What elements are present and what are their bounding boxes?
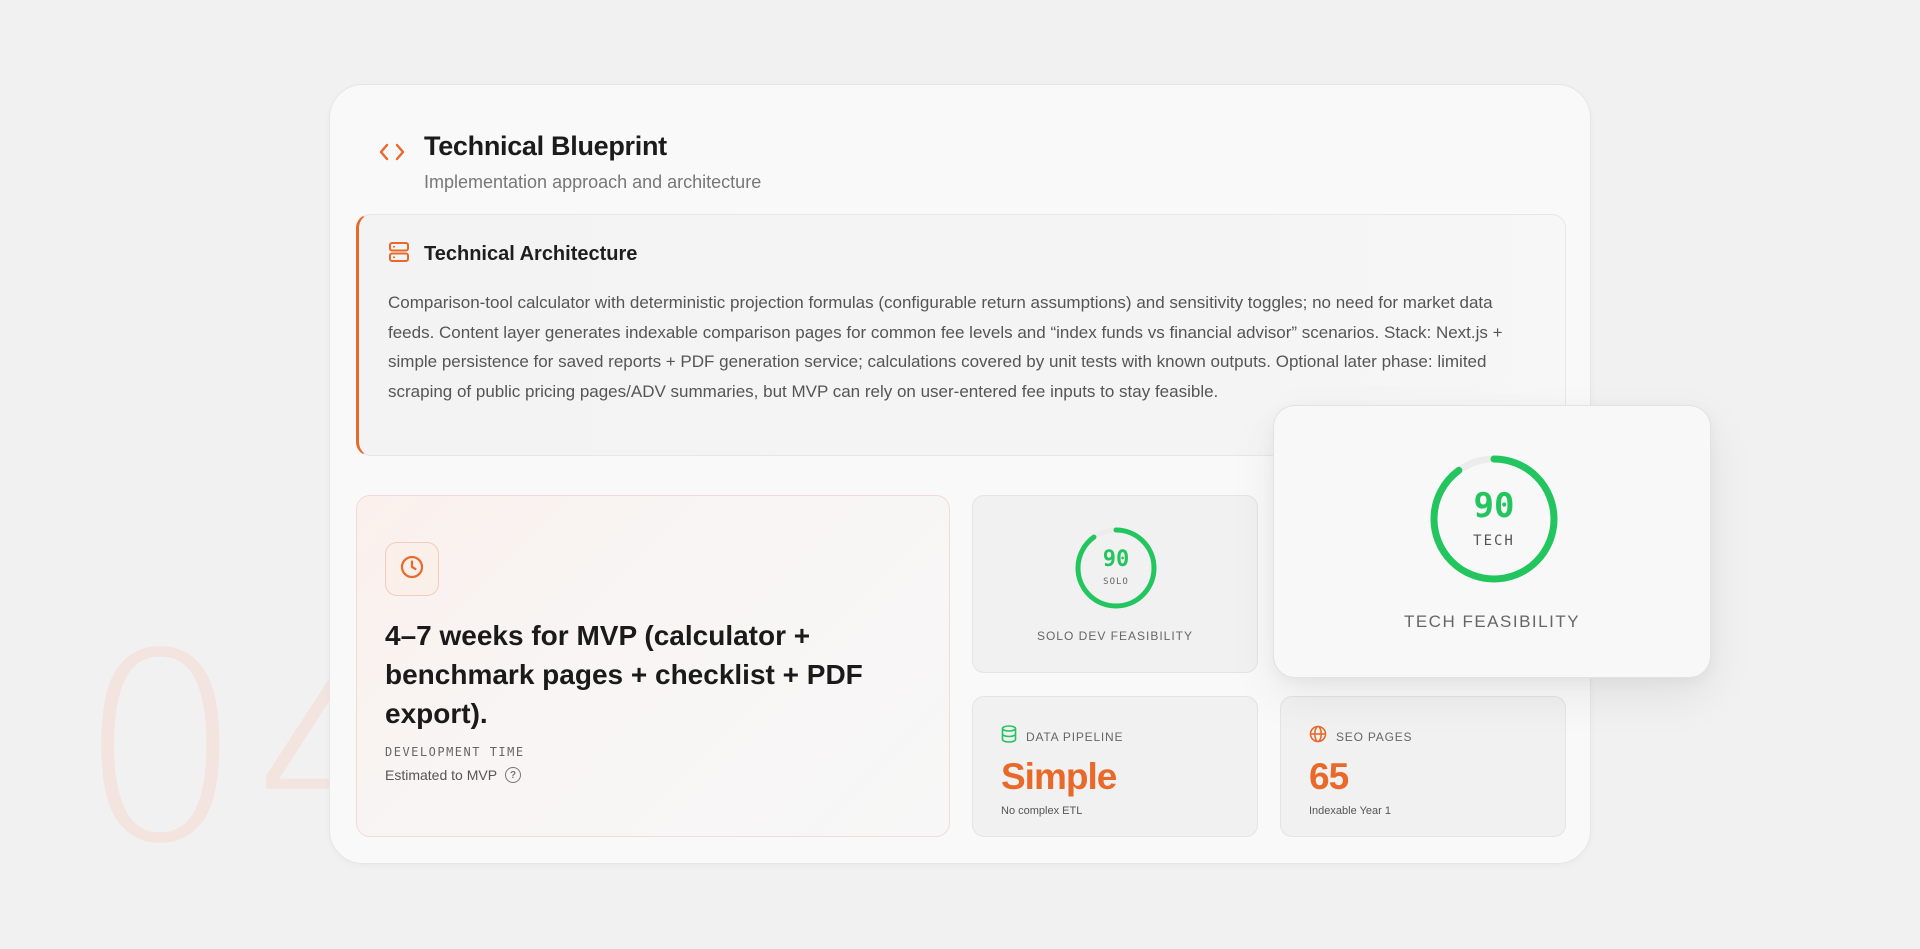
- seo-pages-label: SEO PAGES: [1336, 729, 1413, 744]
- tech-feasibility-card: 90 TECH TECH FEASIBILITY: [1273, 405, 1711, 678]
- seo-pages-tile: SEO PAGES 65 Indexable Year 1: [1280, 696, 1566, 837]
- solo-feasibility-label: SOLO DEV FEASIBILITY: [1036, 629, 1194, 643]
- page-subtitle: Implementation approach and architecture: [424, 172, 762, 192]
- solo-dev-feasibility-tile: 90 SOLO SOLO DEV FEASIBILITY: [972, 495, 1258, 673]
- seo-pages-value: 65: [1309, 756, 1349, 797]
- clock-icon-box: [385, 542, 439, 596]
- section-header: Technical Blueprint Implementation appro…: [378, 131, 761, 193]
- seo-pages-note: Indexable Year 1: [1309, 805, 1391, 817]
- data-pipeline-tile: DATA PIPELINE Simple No complex ETL: [972, 696, 1258, 837]
- help-circle-icon[interactable]: ?: [505, 767, 522, 783]
- globe-icon: [1309, 725, 1327, 748]
- architecture-title: Technical Architecture: [424, 243, 638, 265]
- page-title: Technical Blueprint: [424, 131, 667, 161]
- data-pipeline-label: DATA PIPELINE: [1026, 729, 1124, 744]
- solo-tag: SOLO: [1103, 577, 1129, 587]
- development-time-value: 4–7 weeks for MVP (calculator + benchmar…: [385, 620, 863, 729]
- estimated-to-mvp-text: Estimated to MVP: [385, 767, 498, 783]
- tech-score: 90: [1473, 486, 1515, 526]
- tech-feasibility-label: TECH FEASIBILITY: [1403, 612, 1581, 631]
- solo-score-ring: 90 SOLO: [1074, 526, 1158, 610]
- code-icon: [378, 141, 406, 168]
- development-time-label: DEVELOPMENT TIME: [385, 745, 525, 759]
- data-pipeline-value: Simple: [1001, 756, 1117, 797]
- development-time-card: 4–7 weeks for MVP (calculator + benchmar…: [356, 495, 950, 837]
- development-time-subtext: Estimated to MVP ?: [385, 767, 921, 783]
- tech-tag: TECH: [1473, 533, 1515, 549]
- tech-score-ring: 90 TECH: [1429, 454, 1559, 584]
- clock-icon: [399, 554, 425, 585]
- database-icon: [1001, 725, 1017, 748]
- data-pipeline-note: No complex ETL: [1001, 805, 1083, 817]
- server-icon: [388, 241, 410, 268]
- architecture-description: Comparison-tool calculator with determin…: [388, 293, 1503, 401]
- solo-score: 90: [1102, 547, 1130, 572]
